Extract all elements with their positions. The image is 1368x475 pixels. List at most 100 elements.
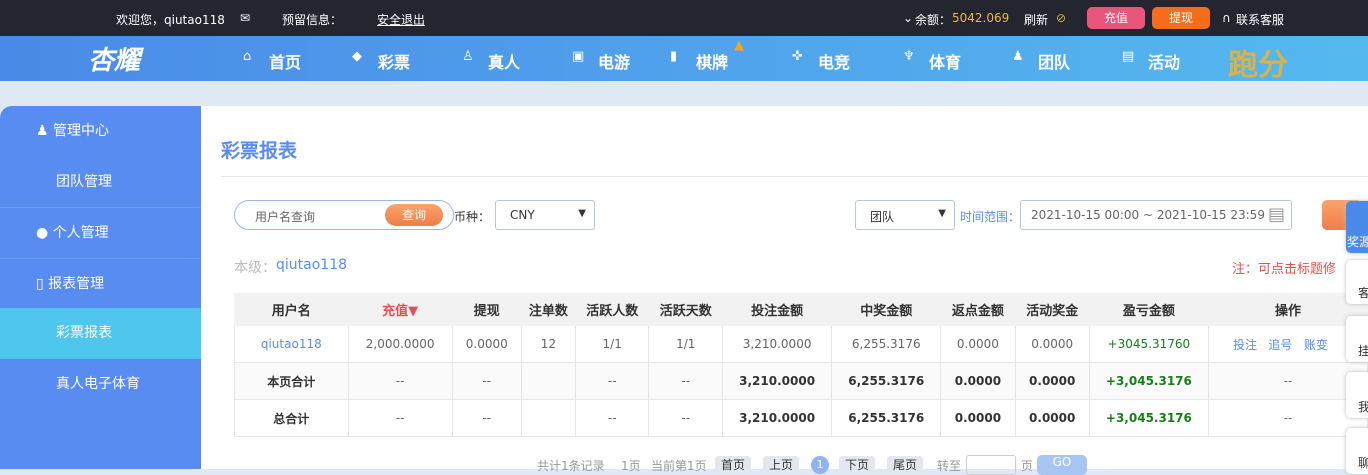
goto-label: 转至 — [937, 459, 962, 473]
page-1-button[interactable]: 1 — [811, 456, 829, 474]
calendar-icon[interactable]: ▤ — [1268, 204, 1285, 225]
logout-link[interactable]: 安全退出 — [377, 11, 425, 28]
total-records: 共计1条记录 — [537, 459, 605, 473]
col-orders[interactable]: 注单数 — [520, 293, 576, 326]
bet-link[interactable]: 投注 — [1233, 338, 1257, 352]
last-page-button[interactable]: 尾页 — [887, 456, 924, 472]
label: 管理中心 — [53, 123, 110, 139]
report-table: 用户名 充值▼ 提现 注单数 活跃人数 活跃天数 投注金额 中奖金额 返点金额 … — [234, 293, 1368, 437]
search-input[interactable]: 用户名查询 — [255, 208, 315, 225]
date-range-input[interactable]: 2021-10-15 00:00 ~ 2021-10-15 23:59 ▤ — [1020, 200, 1292, 230]
nav-sports[interactable]: 体育 — [929, 49, 961, 73]
col-profit[interactable]: 盈亏金额 — [1088, 293, 1209, 326]
reserved-info: 预留信息： — [282, 13, 343, 27]
sidebar-item-management[interactable]: ♟ 管理中心 — [0, 106, 201, 157]
withdraw-button[interactable]: 提现 — [1152, 7, 1210, 29]
gift-icon: ▤ — [1122, 49, 1135, 64]
next-page-button[interactable]: 下页 — [839, 456, 876, 472]
float-me[interactable]: 我 — [1346, 372, 1368, 418]
actions-cell: 投注 追号 账变 — [1207, 325, 1368, 363]
cell: 0.0000 — [1014, 362, 1090, 400]
mail-icon[interactable]: ✉ — [240, 11, 250, 25]
cell: -- — [648, 399, 724, 437]
col-active-days[interactable]: 活跃天数 — [648, 293, 724, 326]
caret-down-icon: ▼ — [578, 208, 586, 219]
cell: 0.0000 — [451, 325, 522, 363]
sidebar: ♟ 管理中心 团队管理 ● 个人管理 ▯ 报表管理 彩票报表 真人电子体育 — [0, 106, 201, 469]
cell: 6,255.3176 — [831, 362, 942, 400]
sidebar-item-personal[interactable]: ● 个人管理 — [0, 207, 201, 258]
cell: 0.0000 — [1014, 325, 1090, 363]
nav-home[interactable]: 首页 — [269, 49, 301, 73]
sidebar-item-reports[interactable]: ▯ 报表管理 — [0, 258, 201, 309]
time-label: 时间范围： — [960, 210, 1021, 224]
logo[interactable]: 杏耀 — [88, 40, 140, 77]
goto-page-input[interactable] — [966, 455, 1016, 475]
cell: 6,255.3176 — [831, 325, 942, 363]
nav-esports[interactable]: 电竞 — [818, 49, 850, 73]
cell: 3,210.0000 — [722, 362, 833, 400]
float-service[interactable]: 客 — [1346, 260, 1368, 304]
gamepad-icon: ✜ — [792, 49, 803, 64]
total-pages: 1页 — [621, 459, 641, 473]
cell: 0.0000 — [940, 399, 1016, 437]
current-page: 当前第1页 — [651, 459, 707, 473]
team-icon: ♟ — [1012, 49, 1024, 64]
col-username[interactable]: 用户名 — [234, 293, 349, 326]
col-recharge[interactable]: 充值▼ — [347, 293, 453, 326]
level-user[interactable]: qiutao118 — [276, 257, 347, 273]
scope-select[interactable]: 团队 ▼ — [855, 200, 955, 230]
go-button[interactable]: GO — [1037, 455, 1087, 475]
ledger-link[interactable]: 账变 — [1304, 338, 1328, 352]
cell: 3,210.0000 — [722, 399, 833, 437]
float-hang[interactable]: 挂 — [1346, 316, 1368, 362]
nav-slots[interactable]: 电游 — [598, 49, 630, 73]
support-link[interactable]: 联系客服 — [1236, 11, 1284, 28]
headset-icon: ∩ — [1222, 11, 1231, 25]
sidebar-item-lottery-report[interactable]: 彩票报表 — [0, 308, 201, 359]
col-bet[interactable]: 投注金额 — [722, 293, 833, 326]
first-page-button[interactable]: 首页 — [715, 456, 752, 472]
nav-cards[interactable]: 棋牌 — [696, 49, 728, 73]
col-active-users[interactable]: 活跃人数 — [574, 293, 650, 326]
trophy-icon: ♆ — [903, 49, 915, 64]
nav-lottery[interactable]: 彩票 — [378, 49, 410, 73]
sidebar-item-team[interactable]: 团队管理 — [0, 157, 201, 208]
refresh-link[interactable]: 刷新 — [1024, 11, 1048, 28]
sidebar-item-live-report[interactable]: 真人电子体育 — [0, 359, 201, 410]
caret-down-icon: ▼ — [938, 208, 946, 219]
page-title: 彩票报表 — [221, 140, 298, 162]
nav-activity[interactable]: 活动 — [1148, 49, 1180, 73]
label: 个人管理 — [52, 225, 109, 241]
float-chat[interactable]: 聊 — [1346, 428, 1368, 474]
chevron-down-icon[interactable]: ⌄ — [903, 11, 913, 25]
eye-off-icon[interactable]: ⊘ — [1056, 11, 1066, 25]
cell: 本页合计 — [234, 362, 349, 400]
level-label: 本级： — [234, 260, 276, 276]
home-icon: ⌂ — [243, 49, 252, 64]
col-bonus[interactable]: 活动奖金 — [1014, 293, 1090, 326]
welcome-text: 欢迎您，qiutao118 — [116, 13, 225, 27]
search-button[interactable]: 查询 — [385, 204, 443, 226]
promo-banner[interactable]: 跑分 — [1228, 40, 1288, 84]
col-withdraw[interactable]: 提现 — [451, 293, 522, 326]
cell[interactable]: qiutao118 — [234, 325, 349, 363]
nav-team[interactable]: 团队 — [1038, 49, 1070, 73]
grand-total-row: 总合计 -- -- -- -- 3,210.0000 6,255.3176 0.… — [234, 399, 1368, 437]
value: 2021-10-15 00:00 ~ 2021-10-15 23:59 — [1031, 208, 1265, 222]
col-rebate[interactable]: 返点金额 — [940, 293, 1016, 326]
chase-link[interactable]: 追号 — [1268, 338, 1292, 352]
note-text: 注：可点击标题修 — [1232, 262, 1337, 277]
currency-select[interactable]: CNY ▼ — [495, 200, 595, 230]
cell: -- — [574, 362, 650, 400]
balance-label: 余额： — [915, 13, 952, 27]
float-prize-source[interactable]: 奖源 — [1346, 201, 1368, 253]
divider — [221, 176, 1368, 177]
cell: 1/1 — [648, 325, 724, 363]
cell: 1/1 — [574, 325, 650, 363]
nav-live[interactable]: 真人 — [488, 49, 520, 73]
cell: +3,045.3176 — [1088, 399, 1209, 437]
recharge-button[interactable]: 充值 — [1087, 7, 1145, 29]
col-win[interactable]: 中奖金额 — [831, 293, 942, 326]
prev-page-button[interactable]: 上页 — [763, 456, 800, 472]
